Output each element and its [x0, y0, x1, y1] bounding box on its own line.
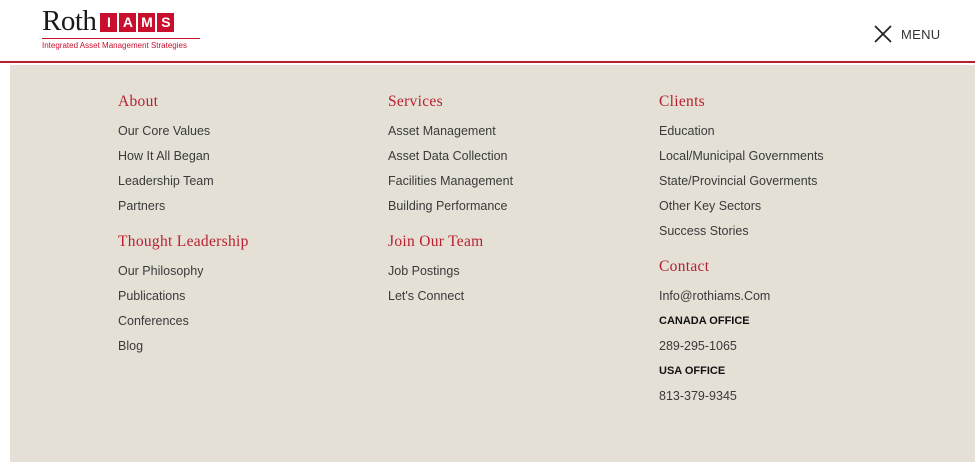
usa-phone-link[interactable]: 813-379-9345 [659, 384, 824, 409]
mega-menu-panel: About Our Core Values How It All Began L… [10, 65, 975, 462]
thought-leadership-links: Our Philosophy Publications Conferences … [118, 259, 249, 359]
section-title-clients[interactable]: Clients [659, 91, 824, 113]
logo-tagline: Integrated Asset Management Strategies [42, 38, 200, 50]
nav-link-facilities-management[interactable]: Facilities Management [388, 169, 513, 194]
nav-column-services: Services Asset Management Asset Data Col… [388, 91, 513, 309]
nav-column-about: About Our Core Values How It All Began L… [118, 91, 249, 359]
nav-link-success-stories[interactable]: Success Stories [659, 219, 824, 244]
nav-link-asset-management[interactable]: Asset Management [388, 119, 513, 144]
section-title-services[interactable]: Services [388, 91, 513, 113]
nav-link-publications[interactable]: Publications [118, 284, 249, 309]
nav-link-partners[interactable]: Partners [118, 194, 249, 219]
section-title-join-our-team[interactable]: Join Our Team [388, 231, 513, 253]
nav-link-education[interactable]: Education [659, 119, 824, 144]
canada-phone-link[interactable]: 289-295-1065 [659, 334, 824, 359]
menu-label[interactable]: MENU [901, 27, 940, 42]
logo-iams-boxes: I A M S [100, 13, 176, 32]
canada-office-label: CANADA OFFICE [659, 315, 750, 327]
nav-link-asset-data-collection[interactable]: Asset Data Collection [388, 144, 513, 169]
nav-link-job-postings[interactable]: Job Postings [388, 259, 513, 284]
nav-link-local-municipal[interactable]: Local/Municipal Governments [659, 144, 824, 169]
nav-link-building-performance[interactable]: Building Performance [388, 194, 513, 219]
contact-details: Info@rothiams.Com CANADA OFFICE 289-295-… [659, 284, 824, 409]
nav-link-conferences[interactable]: Conferences [118, 309, 249, 334]
logo-wordmark: Roth [42, 5, 97, 37]
site-header: Roth I A M S Integrated Asset Management… [0, 0, 975, 63]
menu-close-button[interactable]: MENU [873, 24, 940, 44]
nav-link-other-sectors[interactable]: Other Key Sectors [659, 194, 824, 219]
nav-link-leadership-team[interactable]: Leadership Team [118, 169, 249, 194]
section-title-contact: Contact [659, 258, 710, 275]
close-x-icon[interactable] [873, 24, 893, 44]
join-links: Job Postings Let's Connect [388, 259, 513, 309]
logo-row: Roth I A M S [42, 6, 200, 36]
nav-link-lets-connect[interactable]: Let's Connect [388, 284, 513, 309]
nav-link-how-it-began[interactable]: How It All Began [118, 144, 249, 169]
logo-letter: M [138, 13, 156, 32]
nav-link-blog[interactable]: Blog [118, 334, 249, 359]
nav-link-state-provincial[interactable]: State/Provincial Goverments [659, 169, 824, 194]
section-title-thought-leadership[interactable]: Thought Leadership [118, 231, 249, 253]
nav-link-philosophy[interactable]: Our Philosophy [118, 259, 249, 284]
clients-links: Education Local/Municipal Governments St… [659, 119, 824, 244]
logo-letter: I [100, 13, 118, 32]
contact-email-link[interactable]: Info@rothiams.Com [659, 284, 824, 309]
nav-link-core-values[interactable]: Our Core Values [118, 119, 249, 144]
services-links: Asset Management Asset Data Collection F… [388, 119, 513, 219]
logo-letter: S [157, 13, 175, 32]
nav-column-clients: Clients Education Local/Municipal Govern… [659, 91, 824, 409]
section-title-about[interactable]: About [118, 91, 249, 113]
logo-letter: A [119, 13, 137, 32]
usa-office-label: USA OFFICE [659, 365, 726, 377]
about-links: Our Core Values How It All Began Leaders… [118, 119, 249, 219]
roth-iams-logo[interactable]: Roth I A M S Integrated Asset Management… [42, 6, 200, 50]
